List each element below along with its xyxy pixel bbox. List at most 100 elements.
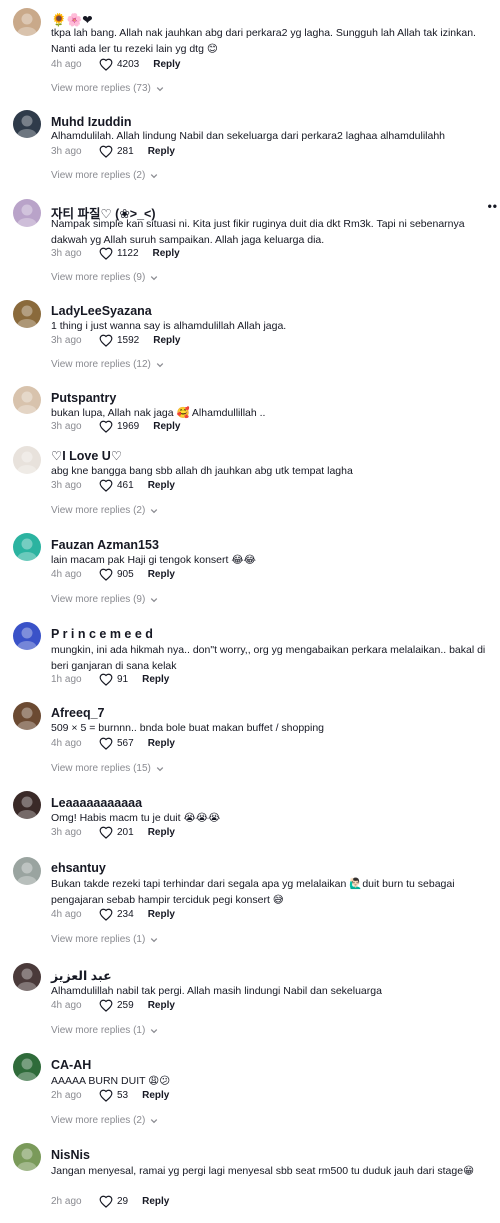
username[interactable]: CA-AH: [51, 1058, 91, 1072]
view-more-replies-button[interactable]: View more replies (2): [51, 170, 158, 181]
username[interactable]: P r i n c e m e e d: [51, 627, 153, 641]
avatar[interactable]: [13, 8, 41, 36]
reply-button[interactable]: Reply: [153, 421, 180, 432]
comment-time: 3h ago: [51, 479, 82, 491]
reply-button[interactable]: Reply: [153, 248, 180, 259]
heart-icon: [99, 420, 113, 433]
comment-meta: 3h ago 461 Reply: [51, 478, 175, 492]
view-more-replies-button[interactable]: View more replies (1): [51, 1025, 158, 1036]
avatar[interactable]: [13, 1143, 41, 1171]
avatar[interactable]: [13, 622, 41, 650]
username[interactable]: LadyLeeSyazana: [51, 304, 152, 318]
like-button[interactable]: 905: [99, 568, 134, 581]
like-count: 1969: [117, 420, 140, 432]
comment-time: 4h ago: [51, 908, 82, 920]
comment-meta: 1h ago 91 Reply: [51, 672, 169, 686]
view-more-replies-button[interactable]: View more replies (73): [51, 83, 164, 94]
like-button[interactable]: 29: [99, 1195, 128, 1208]
like-button[interactable]: 1122: [99, 247, 139, 260]
avatar[interactable]: [13, 446, 41, 474]
reply-button[interactable]: Reply: [153, 335, 180, 346]
reply-button[interactable]: Reply: [148, 738, 175, 749]
heart-icon: [99, 1089, 113, 1102]
comment-text: Bukan takde rezeki tapi terhindar dari s…: [51, 878, 455, 906]
view-more-replies-button[interactable]: View more replies (9): [51, 272, 158, 283]
view-more-replies-button[interactable]: View more replies (1): [51, 934, 158, 945]
username[interactable]: Putspantry: [51, 391, 116, 405]
username[interactable]: عبد العزيز: [51, 968, 112, 983]
comment-time: 3h ago: [51, 145, 82, 157]
like-count: 567: [117, 737, 134, 749]
avatar[interactable]: [13, 857, 41, 885]
comment-text: Alhamdulillah nabil tak pergi. Allah mas…: [51, 985, 382, 997]
avatar[interactable]: [13, 533, 41, 561]
view-more-replies-button[interactable]: View more replies (12): [51, 359, 164, 370]
chevron-down-icon: [156, 86, 164, 91]
username[interactable]: Fauzan Azman153: [51, 538, 159, 552]
heart-icon: [99, 999, 113, 1012]
comment-text: abg kne bangga bang sbb allah dh jauhkan…: [51, 465, 353, 477]
view-more-replies-button[interactable]: View more replies (15): [51, 763, 164, 774]
comment-text: Jangan menyesal, ramai yg pergi lagi men…: [51, 1165, 475, 1177]
like-count: 4203: [117, 58, 140, 70]
reply-button[interactable]: Reply: [148, 146, 175, 157]
reply-button[interactable]: Reply: [142, 1196, 169, 1207]
avatar[interactable]: [13, 1053, 41, 1081]
reply-button[interactable]: Reply: [148, 1000, 175, 1011]
comment-meta: 4h ago 567 Reply: [51, 736, 175, 750]
like-button[interactable]: 281: [99, 145, 134, 158]
like-button[interactable]: 259: [99, 999, 134, 1012]
username[interactable]: Leaaaaaaaaaaa: [51, 796, 142, 810]
heart-icon: [99, 145, 113, 158]
username[interactable]: ♡I Love U♡: [51, 448, 122, 463]
avatar[interactable]: [13, 791, 41, 819]
like-button[interactable]: 4203: [99, 58, 139, 71]
comment-time: 3h ago: [51, 334, 82, 346]
reply-button[interactable]: Reply: [153, 59, 180, 70]
reply-button[interactable]: Reply: [142, 1090, 169, 1101]
reply-button[interactable]: Reply: [148, 909, 175, 920]
chevron-down-icon: [156, 362, 164, 367]
like-count: 905: [117, 568, 134, 580]
like-button[interactable]: 53: [99, 1089, 128, 1102]
like-count: 234: [117, 908, 134, 920]
heart-icon: [99, 58, 113, 71]
reply-button[interactable]: Reply: [148, 827, 175, 838]
comment-meta: 4h ago 4203 Reply: [51, 57, 180, 71]
like-button[interactable]: 91: [99, 673, 128, 686]
comment-text: Alhamdulilah. Allah lindung Nabil dan se…: [51, 130, 446, 142]
heart-icon: [99, 737, 113, 750]
like-count: 461: [117, 479, 134, 491]
more-options-icon[interactable]: ••: [488, 199, 498, 213]
heart-icon: [99, 479, 113, 492]
view-more-replies-button[interactable]: View more replies (2): [51, 1115, 158, 1126]
like-button[interactable]: 1969: [99, 420, 139, 433]
chevron-down-icon: [156, 766, 164, 771]
like-button[interactable]: 1592: [99, 334, 139, 347]
like-count: 53: [117, 1089, 129, 1101]
username[interactable]: Afreeq_7: [51, 706, 105, 720]
like-button[interactable]: 201: [99, 826, 134, 839]
view-more-replies-label: View more replies (9): [51, 272, 146, 283]
avatar[interactable]: [13, 110, 41, 138]
chevron-down-icon: [151, 1118, 158, 1123]
avatar[interactable]: [13, 199, 41, 227]
reply-button[interactable]: Reply: [148, 480, 175, 491]
like-button[interactable]: 461: [99, 479, 134, 492]
avatar[interactable]: [13, 963, 41, 991]
like-button[interactable]: 234: [99, 908, 134, 921]
avatar[interactable]: [13, 386, 41, 414]
view-more-replies-button[interactable]: View more replies (9): [51, 594, 158, 605]
avatar[interactable]: [13, 300, 41, 328]
comment-time: 2h ago: [51, 1195, 82, 1207]
reply-button[interactable]: Reply: [148, 569, 175, 580]
reply-button[interactable]: Reply: [142, 674, 169, 685]
like-button[interactable]: 567: [99, 737, 134, 750]
username[interactable]: NisNis: [51, 1148, 90, 1162]
comment-text: Omg! Habis macm tu je duit 😭😭😭: [51, 812, 221, 824]
username[interactable]: Muhd Izuddin: [51, 115, 132, 129]
avatar[interactable]: [13, 702, 41, 730]
username[interactable]: ehsantuy: [51, 861, 106, 875]
comment-meta: 2h ago 53 Reply: [51, 1088, 169, 1102]
view-more-replies-button[interactable]: View more replies (2): [51, 505, 158, 516]
